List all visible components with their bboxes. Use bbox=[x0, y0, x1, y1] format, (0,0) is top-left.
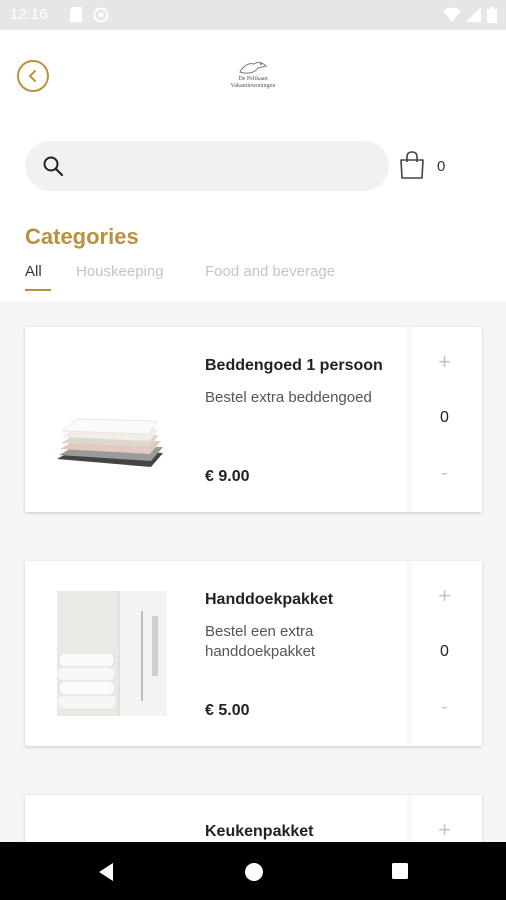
product-description: Bestel een extra handdoekpakket bbox=[205, 623, 316, 660]
product-card[interactable]: Beddengoed 1 persoon Bestel extra bedden… bbox=[25, 327, 482, 512]
logo: De Pelikaan Vakantiewoningen bbox=[220, 58, 286, 94]
quantity-value: 0 bbox=[440, 643, 449, 660]
product-name: Beddengoed 1 persoon bbox=[205, 357, 383, 374]
decrease-button[interactable]: - bbox=[407, 696, 482, 719]
search-input[interactable] bbox=[85, 151, 375, 181]
increase-button[interactable]: + bbox=[407, 817, 482, 843]
search-bar[interactable] bbox=[25, 141, 389, 191]
tab-food-and-beverage[interactable]: Food and beverage bbox=[205, 263, 335, 280]
product-name: Keukenpakket bbox=[205, 823, 314, 840]
quantity-stepper: + 0 - bbox=[407, 327, 482, 512]
quantity-stepper: + bbox=[407, 795, 482, 842]
shopping-bag-icon bbox=[400, 151, 424, 179]
status-time: 12:16 bbox=[10, 6, 48, 23]
cart-button[interactable] bbox=[398, 150, 426, 185]
quantity-stepper: + 0 - bbox=[407, 561, 482, 746]
sync-icon bbox=[93, 7, 109, 27]
increase-button[interactable]: + bbox=[407, 583, 482, 609]
nav-back-icon[interactable] bbox=[97, 862, 115, 887]
active-tab-indicator bbox=[25, 289, 51, 291]
nav-home-icon[interactable] bbox=[244, 862, 264, 887]
status-bar: 12:16 bbox=[0, 0, 506, 30]
signal-icon bbox=[466, 7, 481, 26]
product-card[interactable]: Handdoekpakket Bestel een extra handdoek… bbox=[25, 561, 482, 746]
search-icon bbox=[41, 154, 65, 183]
back-button[interactable] bbox=[17, 60, 49, 92]
bedding-image bbox=[55, 357, 170, 482]
logo-text-line2: Vakantiewoningen bbox=[230, 83, 276, 89]
towels-image bbox=[56, 591, 167, 716]
decrease-button[interactable]: - bbox=[407, 462, 482, 485]
wifi-icon bbox=[443, 7, 461, 26]
cart-count: 0 bbox=[437, 158, 446, 175]
sim-card-icon bbox=[70, 7, 82, 26]
product-card[interactable]: Keukenpakket + bbox=[25, 795, 482, 842]
increase-button[interactable]: + bbox=[407, 349, 482, 375]
pelican-logo-icon bbox=[239, 61, 267, 74]
product-name: Handdoekpakket bbox=[205, 591, 334, 608]
quantity-value: 0 bbox=[440, 409, 449, 426]
navigation-bar bbox=[0, 842, 506, 900]
chevron-left-icon bbox=[29, 70, 36, 82]
product-description: Bestel extra beddengoed bbox=[205, 389, 372, 406]
logo-text-line1: De Pelikaan bbox=[238, 76, 268, 82]
tab-all[interactable]: All bbox=[25, 263, 42, 280]
categories-title: Categories bbox=[25, 224, 139, 249]
tab-houskeeping[interactable]: Houskeeping bbox=[76, 263, 164, 280]
product-price: € 5.00 bbox=[205, 702, 250, 719]
product-price: € 9.00 bbox=[205, 468, 250, 485]
battery-icon bbox=[487, 7, 497, 27]
nav-recents-icon[interactable] bbox=[391, 862, 409, 885]
